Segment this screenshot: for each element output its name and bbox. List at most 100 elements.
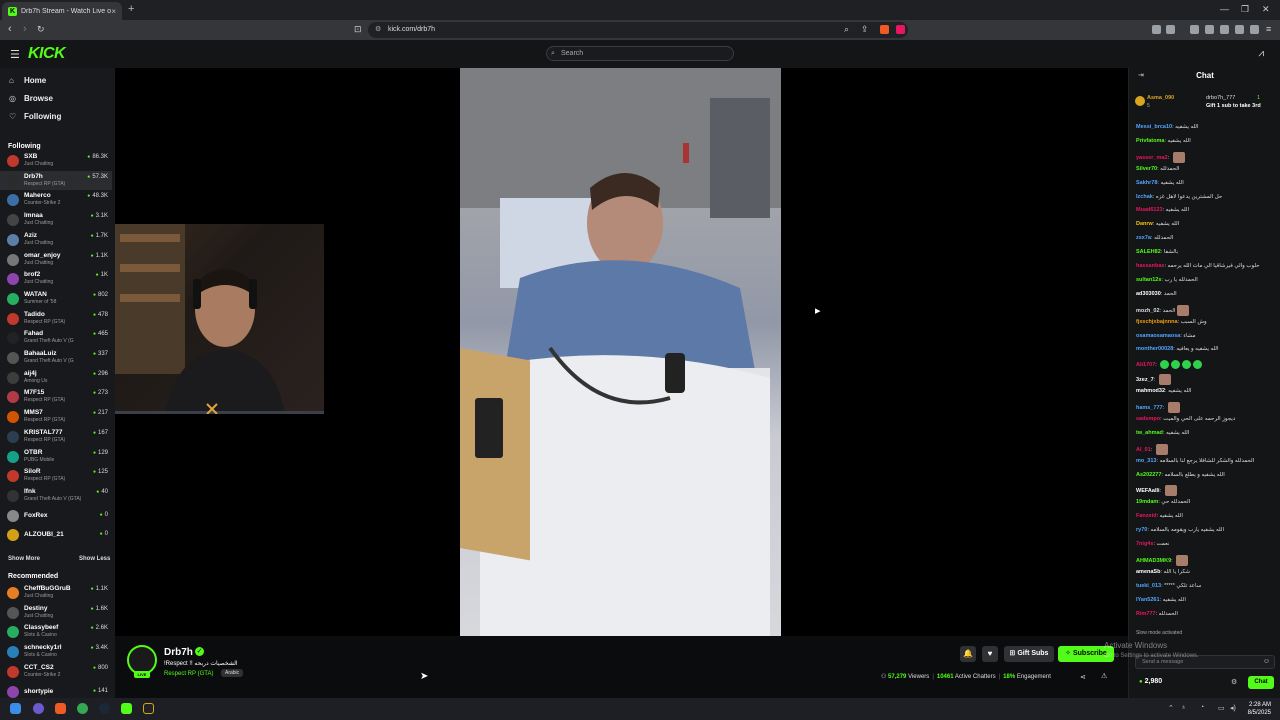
send-chat-button[interactable]: Chat — [1248, 676, 1274, 689]
streamer-avatar[interactable]: LIVE — [127, 645, 157, 678]
chat-username[interactable]: Fanzeid — [1136, 513, 1156, 519]
chat-username[interactable]: As202277 — [1136, 472, 1161, 478]
sidebar-channel[interactable]: brof2Just Chatting 1K — [0, 269, 112, 288]
chat-username[interactable]: fjxschjxbajnnna — [1136, 319, 1178, 325]
chat-username[interactable]: Muad6123 — [1136, 207, 1163, 213]
url-bar[interactable]: ⚙ kick.com/drb7h — [368, 22, 908, 38]
chat-username[interactable]: hassanbas — [1136, 263, 1164, 269]
app-icon[interactable] — [143, 703, 154, 714]
vpn-icon[interactable] — [1235, 25, 1244, 34]
sidebar-channel[interactable]: shortypie 141 — [0, 682, 112, 699]
close-tab-icon[interactable]: × — [111, 7, 116, 16]
video-player[interactable]: ▸ — [115, 68, 1128, 636]
shield-icon[interactable] — [1250, 25, 1259, 34]
chat-username[interactable]: mo_313 — [1136, 458, 1157, 464]
gift-prompt[interactable]: Gift 1 sub to take 3rd — [1206, 103, 1261, 109]
gift-subs-button[interactable]: ⊞ Gift Subs — [1004, 646, 1054, 662]
brave-icon[interactable] — [55, 703, 66, 714]
stream-category[interactable]: Respect RP (GTA) — [164, 671, 213, 677]
sidebar-channel[interactable]: aij4jAmong Us 296 — [0, 368, 112, 387]
tray-chevron-icon[interactable]: ⌃ — [1168, 704, 1174, 712]
sidebar-channel[interactable]: OTBRPUBG Mobile 129 — [0, 447, 112, 466]
kick-app-icon[interactable] — [121, 703, 132, 714]
tray-icon[interactable]: ◔ — [1200, 704, 1204, 711]
back-icon[interactable]: ‹ — [8, 23, 12, 35]
sidebar-channel[interactable]: ClassybeefSlots & Casino 2.6K — [0, 622, 112, 641]
chat-username[interactable]: zsx7a — [1136, 235, 1151, 241]
chat-username[interactable]: IYan5261 — [1136, 597, 1160, 603]
streamer-name[interactable]: Drb7h — [164, 647, 193, 658]
chat-username[interactable]: hams_777 — [1136, 405, 1163, 411]
chat-username[interactable]: Ali1707 — [1136, 362, 1155, 368]
network-icon[interactable]: ▭ — [1218, 704, 1225, 712]
user-menu-icon[interactable]: ⩘ — [1258, 48, 1264, 59]
hamburger-menu-icon[interactable]: ☰ — [10, 48, 20, 61]
sidebar-channel[interactable]: FahadGrand Theft Auto V (G 465 — [0, 328, 112, 347]
volume-icon[interactable]: ◂) — [1230, 704, 1236, 712]
gifter-name[interactable]: drbo7h_777 — [1206, 95, 1235, 101]
bookmark-icon[interactable]: ⊡ — [354, 24, 362, 35]
chat-username[interactable]: mahmod32 — [1136, 388, 1165, 394]
chat-username[interactable]: 19mdam — [1136, 499, 1158, 505]
steam-icon[interactable] — [99, 703, 110, 714]
sidebar-channel[interactable]: ALZOUBI_21 0 — [0, 525, 112, 544]
sidebar-channel[interactable]: TadidoRespect RP (GTA) 478 — [0, 309, 112, 328]
sidebar-channel[interactable]: CheffBuGGruBJust Chatting 1.1K — [0, 583, 112, 602]
close-window-icon[interactable]: ✕ — [1262, 4, 1270, 15]
chat-username[interactable]: Danrw — [1136, 221, 1153, 227]
sidebar-channel[interactable]: KRISTAL777Respect RP (GTA) 167 — [0, 427, 112, 446]
reload-icon[interactable]: ↻ — [37, 24, 45, 35]
share-icon[interactable]: ⋖ — [1080, 673, 1086, 681]
chat-username[interactable]: amenaSb — [1136, 569, 1160, 575]
chat-username[interactable]: SALEH82 — [1136, 249, 1161, 255]
chrome-icon[interactable] — [77, 703, 88, 714]
nav-home[interactable]: ⌂ Home — [9, 76, 46, 85]
discord-icon[interactable] — [33, 703, 44, 714]
chat-username[interactable]: ad303030 — [1136, 291, 1161, 297]
nav-following[interactable]: ♡ Following — [9, 112, 61, 121]
show-more-button[interactable]: Show More — [8, 556, 40, 562]
sidebar-channel[interactable]: MahercoCounter-Strike 2 48.3K — [0, 190, 112, 209]
sidebar-channel[interactable]: lfnkGrand Theft Auto V (GTA) 40 — [0, 486, 112, 505]
chat-username[interactable]: tw_ahmad — [1136, 430, 1163, 436]
chat-username[interactable]: osamaosamaosa — [1136, 333, 1180, 339]
sidebar-channel[interactable]: omar_enjoyJust Chatting 1.1K — [0, 250, 112, 269]
sidebar-channel[interactable]: CCT_CS2Counter-Strike 2 800 — [0, 662, 112, 681]
sidebar-channel[interactable]: BahaaLuizGrand Theft Auto V (G 337 — [0, 348, 112, 367]
forward-icon[interactable]: › — [23, 23, 27, 35]
brave-rewards-icon[interactable] — [896, 25, 905, 34]
sidebar-channel[interactable]: FoxRex 0 — [0, 506, 112, 525]
minimize-icon[interactable]: — — [1220, 4, 1229, 14]
sidebar-channel[interactable]: SXBJust Chatting 86.3K — [0, 151, 112, 170]
chat-username[interactable]: ry70 — [1136, 527, 1147, 533]
windows-start-icon[interactable] — [10, 703, 21, 714]
chat-username[interactable]: Rim777 — [1136, 611, 1156, 617]
brave-shield-icon[interactable] — [880, 25, 889, 34]
channel-points[interactable]: 2,980 — [1139, 678, 1163, 685]
collapse-chat-icon[interactable]: ⇥ — [1138, 68, 1144, 84]
chat-username[interactable]: 3zez_7 — [1136, 377, 1154, 383]
sidebar-channel[interactable]: WATANSummer of '58 802 — [0, 289, 112, 308]
sidebar-channel[interactable]: ImnaaJust Chatting 3.1K — [0, 210, 112, 229]
language-tag[interactable]: Arabic — [221, 669, 244, 677]
chat-username[interactable]: Privfatoma — [1136, 138, 1164, 144]
new-tab-button[interactable]: + — [128, 3, 134, 15]
chat-username[interactable]: AHMAD3MK9 — [1136, 558, 1171, 564]
follow-heart-button[interactable]: ♥ — [982, 646, 998, 662]
kick-logo[interactable]: KICK — [28, 45, 66, 63]
maximize-icon[interactable]: ❐ — [1241, 4, 1249, 15]
sidebar-channel[interactable]: DestinyJust Chatting 1.6K — [0, 603, 112, 622]
report-icon[interactable]: ⚠ — [1101, 672, 1107, 680]
chat-username[interactable]: monther00028 — [1136, 346, 1173, 352]
extension-icon[interactable] — [1166, 25, 1175, 34]
sidebar-channel[interactable]: MMS7Respect RP (GTA) 217 — [0, 407, 112, 426]
chat-username[interactable]: Al_01 — [1136, 447, 1151, 453]
top-gifter-name[interactable]: Asma_090 — [1147, 95, 1174, 101]
sidebar-icon[interactable] — [1205, 25, 1214, 34]
chat-username[interactable]: Messi_brca10 — [1136, 124, 1172, 130]
chat-username[interactable]: tueki_013 — [1136, 583, 1161, 589]
media-icon[interactable] — [1190, 25, 1199, 34]
show-less-button[interactable]: Show Less — [79, 556, 110, 562]
menu-icon[interactable]: ≡ — [1266, 24, 1271, 34]
tray-icon[interactable]: ♁ — [1181, 704, 1186, 711]
